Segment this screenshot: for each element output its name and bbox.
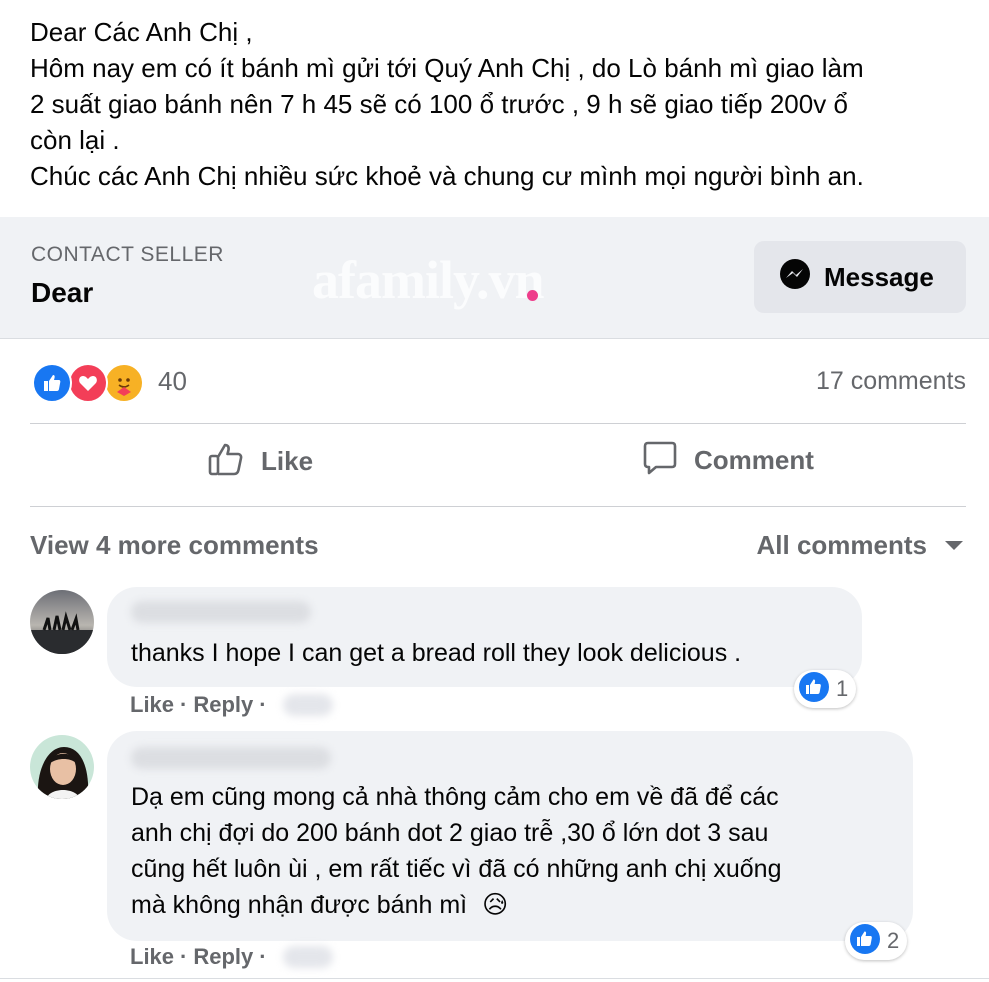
timestamp-redacted xyxy=(282,946,333,968)
divider xyxy=(0,978,989,979)
comment-reply-link[interactable]: Reply xyxy=(193,944,253,970)
comment-reaction-badge[interactable]: 2 xyxy=(845,922,908,960)
message-button-label: Message xyxy=(824,261,934,292)
comment-text-last-line: mà không nhận được bánh mì 😥 xyxy=(131,887,508,923)
separator-dot: · xyxy=(259,692,267,717)
view-more-comments-link[interactable]: View 4 more comments xyxy=(30,530,319,561)
post-line: Chúc các Anh Chị nhiều sức khoẻ và chung… xyxy=(30,161,864,191)
separator-dot: · xyxy=(259,944,267,969)
post-line: Hôm nay em có ít bánh mì gửi tới Quý Anh… xyxy=(30,53,864,83)
separator-dot: · xyxy=(180,944,188,969)
comment-text: mà không nhận được bánh mì xyxy=(131,891,468,919)
love-icon xyxy=(68,363,108,403)
comment-filter-dropdown[interactable]: All comments xyxy=(756,530,963,561)
contact-seller-panel: CONTACT SELLER Dear afamily.vn Message xyxy=(0,217,989,339)
reaction-count: 40 xyxy=(158,366,187,396)
watermark-dot xyxy=(527,290,538,301)
comment-button[interactable]: Comment xyxy=(642,440,814,481)
like-button-label: Like xyxy=(261,446,314,476)
watermark: afamily.vn xyxy=(312,250,545,310)
comment-text: thanks I hope I can get a bread roll the… xyxy=(131,639,742,667)
comment-text: Dạ em cũng mong cả nhà thông cảm cho em … xyxy=(131,783,779,811)
avatar[interactable] xyxy=(30,735,94,799)
speech-bubble-icon xyxy=(642,440,678,481)
contact-seller-label: CONTACT SELLER xyxy=(31,243,224,266)
sad-face-emoji: 😥 xyxy=(482,891,509,919)
commenter-name-redacted xyxy=(131,601,311,623)
messenger-icon xyxy=(778,258,812,297)
like-icon xyxy=(849,923,881,960)
comment-reaction-count: 2 xyxy=(887,928,900,953)
commenter-name-redacted xyxy=(131,747,331,769)
comment-reaction-badge[interactable]: 1 xyxy=(794,670,857,708)
like-icon xyxy=(798,671,830,708)
post-line: còn lại . xyxy=(30,125,120,155)
comment-reaction-count: 1 xyxy=(836,676,849,701)
post-line: Dear Các Anh Chị , xyxy=(30,17,253,47)
timestamp-redacted xyxy=(282,694,333,716)
separator-dot: · xyxy=(180,692,188,717)
caret-down-icon xyxy=(945,541,963,550)
like-icon xyxy=(32,363,72,403)
comment-actions: Like · Reply · xyxy=(130,692,333,718)
comment-button-label: Comment xyxy=(694,445,814,475)
comment-bubble: Dạ em cũng mong cả nhà thông cảm cho em … xyxy=(107,731,913,941)
comment-like-link[interactable]: Like xyxy=(130,692,174,718)
comment-bubble: thanks I hope I can get a bread roll the… xyxy=(107,587,862,687)
comment-actions: Like · Reply · xyxy=(130,944,333,970)
message-button[interactable]: Message xyxy=(754,241,966,313)
post-line: 2 suất giao bánh nên 7 h 45 sẽ có 100 ổ … xyxy=(30,89,848,119)
comment-filter-label: All comments xyxy=(756,530,928,560)
reactions-summary[interactable]: 40 17 comments xyxy=(30,358,966,406)
comment-text: cũng hết luôn ùi , em rất tiếc vì đã có … xyxy=(131,855,782,883)
divider xyxy=(30,423,966,424)
comment-text: anh chị đợi do 200 bánh dot 2 giao trễ ,… xyxy=(131,819,769,847)
seller-name[interactable]: Dear xyxy=(31,277,93,309)
comment-like-link[interactable]: Like xyxy=(130,944,174,970)
like-button[interactable]: Like xyxy=(207,440,313,483)
avatar[interactable] xyxy=(30,590,94,654)
post-body: Dear Các Anh Chị , Hôm nay em có ít bánh… xyxy=(30,14,975,194)
comment-reply-link[interactable]: Reply xyxy=(193,692,253,718)
thumbs-up-icon xyxy=(207,440,245,483)
divider xyxy=(30,506,966,507)
comments-count-link[interactable]: 17 comments xyxy=(816,367,966,396)
care-icon xyxy=(104,363,144,403)
